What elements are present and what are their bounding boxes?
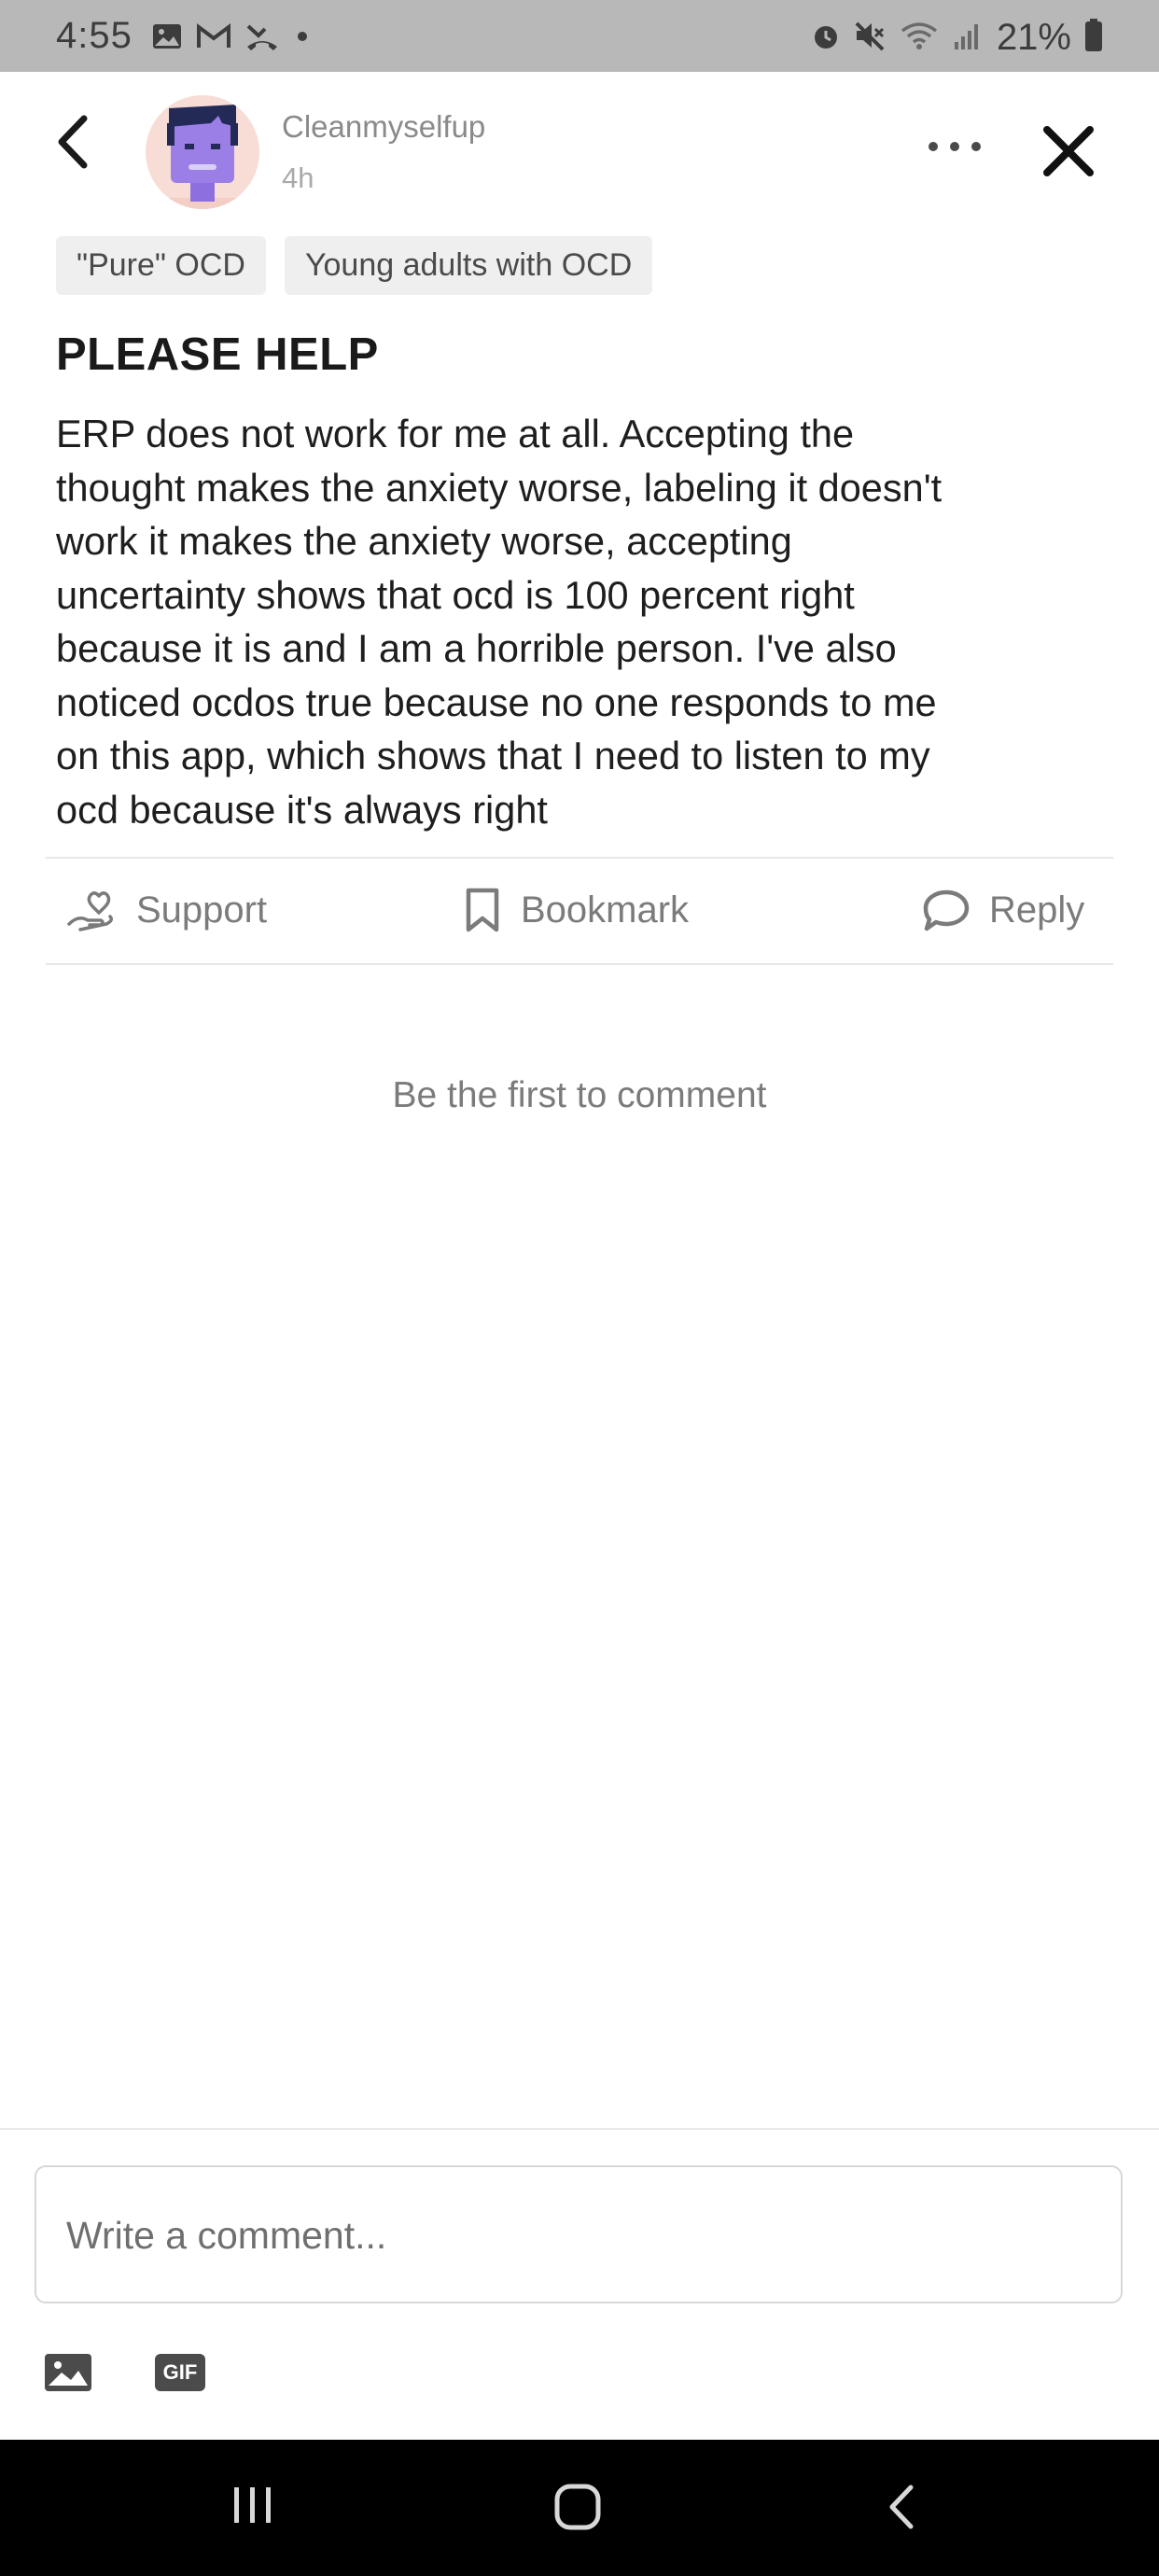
post-body-line: work it makes the anxiety worse, accepti… bbox=[56, 519, 792, 563]
tag-young-adults-with-ocd[interactable]: Young adults with OCD bbox=[284, 236, 653, 295]
username[interactable]: Cleanmyselfup bbox=[282, 109, 485, 145]
post-body-line: noticed ocdos true because no one respon… bbox=[56, 679, 937, 724]
gallery-icon bbox=[151, 22, 183, 55]
post-body-line: because it is and I am a horrible person… bbox=[56, 626, 897, 670]
status-bar: 4:55 21% bbox=[0, 0, 1159, 72]
recent-apps-icon bbox=[234, 2487, 271, 2523]
battery-icon bbox=[1084, 19, 1103, 57]
system-back-button[interactable] bbox=[883, 2482, 920, 2537]
close-icon bbox=[1043, 126, 1094, 176]
navigation-bar bbox=[0, 2440, 1159, 2576]
notification-icons bbox=[151, 21, 312, 57]
missed-call-icon bbox=[244, 21, 280, 57]
post-title: PLEASE HELP bbox=[56, 329, 379, 380]
wifi-icon bbox=[900, 20, 939, 56]
dot-icon bbox=[293, 27, 312, 50]
support-button[interactable]: Support bbox=[65, 887, 267, 933]
back-button[interactable] bbox=[47, 109, 103, 175]
signal-icon bbox=[952, 20, 984, 56]
post-tags: "Pure" OCD Young adults with OCD bbox=[56, 236, 653, 295]
reply-button[interactable]: Reply bbox=[922, 887, 1084, 933]
post-actions: Support Bookmark Reply bbox=[0, 861, 1159, 963]
composer-divider bbox=[0, 2128, 1159, 2130]
mute-icon bbox=[853, 20, 887, 56]
close-button[interactable] bbox=[1038, 120, 1099, 182]
post-detail-screen: 4:55 21% Cleanmyselfup 4h "Pure" OCD You… bbox=[0, 0, 1159, 2576]
gmail-icon bbox=[196, 22, 231, 55]
post-body-line: ERP does not work for me at all. Accepti… bbox=[56, 412, 855, 455]
post-body-line: thought makes the anxiety worse, labelin… bbox=[56, 465, 943, 510]
post-body-line: on this app, which shows that I need to … bbox=[56, 734, 930, 777]
divider bbox=[46, 857, 1113, 859]
home-icon bbox=[554, 2484, 601, 2530]
image-icon bbox=[45, 2354, 91, 2391]
reply-label: Reply bbox=[989, 889, 1085, 931]
home-button[interactable] bbox=[552, 2482, 603, 2537]
support-label: Support bbox=[136, 889, 268, 931]
comment-bubble-icon bbox=[923, 889, 970, 931]
comment-input[interactable] bbox=[64, 2206, 1095, 2264]
bookmark-label: Bookmark bbox=[521, 889, 690, 931]
more-horizontal-icon bbox=[929, 142, 981, 151]
system-icons: 21% bbox=[812, 17, 1103, 59]
bookmark-button[interactable]: Bookmark bbox=[463, 887, 689, 933]
chevron-left-icon bbox=[58, 115, 88, 169]
alarm-icon bbox=[812, 20, 840, 56]
post-header: Cleanmyselfup 4h bbox=[0, 72, 1159, 221]
post-time: 4h bbox=[282, 161, 314, 194]
attach-image-button[interactable] bbox=[43, 2352, 93, 2393]
divider bbox=[46, 963, 1113, 965]
status-time: 4:55 bbox=[56, 15, 133, 56]
avatar-face-icon bbox=[167, 105, 238, 209]
empty-comments-message: Be the first to comment bbox=[392, 1075, 767, 1115]
post-body-line: uncertainty shows that ocd is 100 percen… bbox=[56, 572, 855, 617]
bookmark-icon bbox=[466, 888, 499, 932]
support-hand-icon bbox=[67, 891, 114, 931]
post-body: ERP does not work for me at all. Accepti… bbox=[56, 407, 1110, 836]
gif-button[interactable]: GIF bbox=[155, 2354, 205, 2391]
battery-percent: 21% bbox=[996, 17, 1071, 58]
more-options-button[interactable] bbox=[924, 128, 985, 165]
post-body-line: ocd because it's always right bbox=[56, 787, 548, 832]
back-arrow-icon bbox=[889, 2485, 914, 2529]
avatar[interactable] bbox=[146, 95, 259, 209]
comment-box[interactable] bbox=[35, 2165, 1123, 2303]
recent-apps-button[interactable] bbox=[230, 2482, 276, 2533]
tag-pure-ocd[interactable]: "Pure" OCD bbox=[56, 236, 266, 295]
